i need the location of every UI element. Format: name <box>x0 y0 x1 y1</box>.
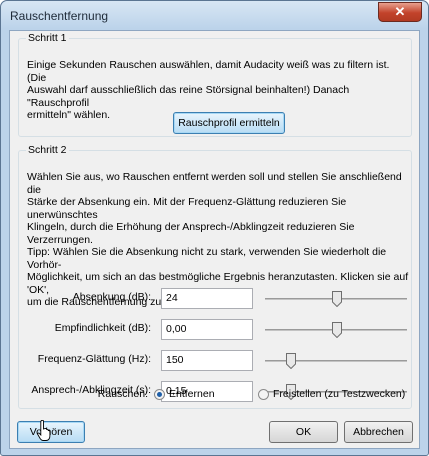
step2-title: Schritt 2 <box>26 144 69 156</box>
step2-description-line: Wählen Sie aus, wo Rauschen entfernt wer… <box>27 171 402 196</box>
window-title: Rauschentfernung <box>10 9 109 23</box>
sensitivity-label: Empfindlichkeit (dB): <box>54 322 151 334</box>
step1-description-line: Auswahl darf ausschließlich das reine St… <box>27 84 350 109</box>
step1-description-line: Einige Sekunden Rauschen auswählen, dami… <box>27 59 390 84</box>
dialog-client-area: Schritt 1 Einige Sekunden Rauschen auswä… <box>9 30 420 449</box>
pointer-cursor-icon <box>37 420 51 441</box>
sensitivity-slider[interactable] <box>265 322 407 338</box>
slider-thumb[interactable] <box>332 291 343 307</box>
dialog-window: Rauschentfernung ✕ Schritt 1 Einige Seku… <box>0 0 429 456</box>
close-button[interactable]: ✕ <box>378 2 422 22</box>
close-icon: ✕ <box>394 4 406 19</box>
step2-description-line: Tipp: Wählen Sie die Absenkung nicht zu … <box>27 246 387 271</box>
remove-noise-label[interactable]: Entfernen <box>169 388 215 400</box>
sensitivity-input[interactable]: 0,00 <box>161 319 253 340</box>
cancel-button[interactable]: Abbrechen <box>344 421 413 443</box>
step1-title: Schritt 1 <box>26 32 69 44</box>
isolate-noise-radio[interactable] <box>258 389 269 400</box>
reduction-label: Absenkung (dB): <box>72 291 151 303</box>
slider-thumb[interactable] <box>285 353 296 369</box>
frequency-smoothing-input[interactable]: 150 <box>161 350 253 371</box>
step2-description-line: Klingeln, durch die Erhöhung der Ansprec… <box>27 221 355 246</box>
reduction-input[interactable]: 24 <box>161 288 253 309</box>
get-noise-profile-button[interactable]: Rauschprofil ermitteln <box>173 112 285 134</box>
step2-description-line: Stärke der Absenkung ein. Mit der Freque… <box>27 196 347 221</box>
step1-group: Schritt 1 Einige Sekunden Rauschen auswä… <box>18 32 412 137</box>
ok-button[interactable]: OK <box>269 421 338 443</box>
step2-group: Schritt 2 Wählen Sie aus, wo Rauschen en… <box>18 144 412 409</box>
isolate-noise-label[interactable]: Freistellen (zu Testzwecken) <box>273 388 405 400</box>
noise-label: Rauschen: <box>97 388 148 400</box>
title-bar[interactable]: Rauschentfernung ✕ <box>1 1 428 29</box>
remove-noise-radio[interactable] <box>154 389 165 400</box>
preview-button[interactable]: Vorhören <box>17 421 85 443</box>
reduction-slider[interactable] <box>265 291 407 307</box>
frequency-smoothing-slider[interactable] <box>265 353 407 369</box>
frequency-smoothing-label: Frequenz-Glättung (Hz): <box>37 353 151 365</box>
slider-thumb[interactable] <box>332 322 343 338</box>
